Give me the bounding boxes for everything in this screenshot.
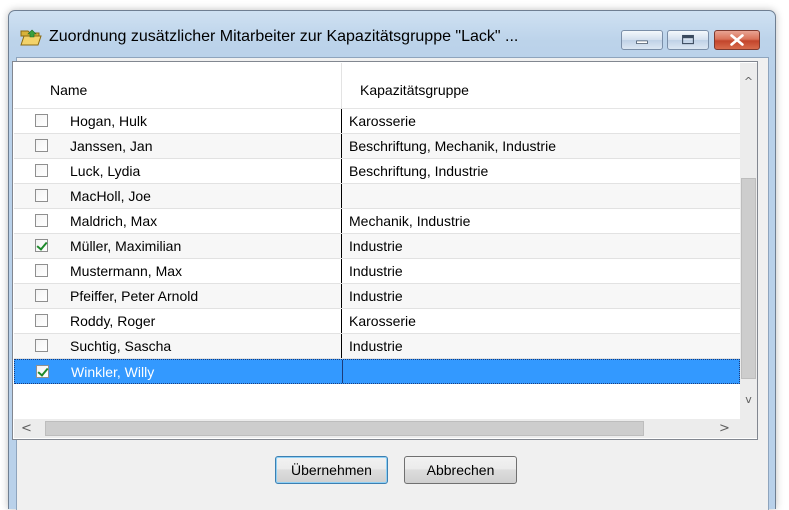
scroll-up-arrow-icon[interactable]: ^ [740, 73, 757, 90]
column-divider [341, 209, 342, 233]
row-checkbox[interactable] [35, 339, 48, 352]
employee-name: Suchtig, Sascha [70, 338, 172, 354]
vertical-scroll-thumb[interactable] [741, 178, 756, 379]
employee-group: Mechanik, Industrie [349, 213, 471, 229]
employee-name: Roddy, Roger [70, 313, 156, 329]
employee-name: Mustermann, Max [70, 263, 183, 279]
row-checkbox[interactable] [35, 214, 48, 227]
column-divider [341, 259, 342, 283]
cancel-button[interactable]: Abbrechen [404, 456, 517, 484]
table-row[interactable]: MacHoll, Joe [14, 184, 740, 209]
minimize-icon [636, 40, 648, 44]
employee-group: Karosserie [349, 113, 416, 129]
folder-open-icon [20, 29, 42, 46]
employee-group: Beschriftung, Industrie [349, 163, 489, 179]
employee-group: Industrie [349, 338, 403, 354]
list-header: Name Kapazitätsgruppe [14, 63, 740, 109]
table-row[interactable]: Müller, Maximilian Industrie [14, 234, 740, 259]
table-row-selected[interactable]: Winkler, Willy [14, 359, 740, 384]
employee-group: Industrie [349, 288, 403, 304]
row-checkbox[interactable] [35, 114, 48, 127]
close-icon [730, 34, 744, 46]
employee-name: Hogan, Hulk [70, 113, 148, 129]
maximize-icon [682, 34, 694, 45]
employee-group: Karosserie [349, 313, 416, 329]
close-button[interactable] [714, 30, 760, 50]
employee-name: Luck, Lydia [70, 163, 141, 179]
employee-list[interactable]: Name Kapazitätsgruppe Hogan, Hulk Kaross… [12, 61, 758, 440]
window-title: Zuordnung zusätzlicher Mitarbeiter zur K… [49, 28, 519, 45]
employee-name: Pfeiffer, Peter Arnold [70, 288, 199, 304]
row-checkbox[interactable] [35, 289, 48, 302]
horizontal-scrollbar[interactable]: < > [14, 419, 740, 438]
column-divider [341, 159, 342, 183]
table-row[interactable]: Maldrich, Max Mechanik, Industrie [14, 209, 740, 234]
column-header-group[interactable]: Kapazitätsgruppe [360, 63, 469, 108]
row-checkbox[interactable] [36, 365, 49, 378]
row-checkbox[interactable] [35, 239, 48, 252]
column-header-name[interactable]: Name [50, 63, 87, 108]
column-divider [341, 134, 342, 158]
row-checkbox[interactable] [35, 139, 48, 152]
apply-button[interactable]: Übernehmen [275, 456, 388, 484]
minimize-button[interactable] [621, 30, 663, 50]
table-row[interactable]: Suchtig, Sascha Industrie [14, 334, 740, 359]
title-bar[interactable]: Zuordnung zusätzlicher Mitarbeiter zur K… [9, 11, 775, 57]
scroll-left-arrow-icon[interactable]: < [18, 419, 35, 438]
employee-name: MacHoll, Joe [70, 188, 151, 204]
row-checkbox[interactable] [35, 264, 48, 277]
column-divider [342, 360, 343, 383]
column-divider [341, 184, 342, 208]
column-divider [341, 234, 342, 258]
vertical-scrollbar[interactable]: ^ v [740, 63, 757, 419]
list-rows: Hogan, Hulk Karosserie Janssen, Jan Besc… [14, 109, 740, 384]
employee-name: Maldrich, Max [70, 213, 158, 229]
row-checkbox[interactable] [35, 314, 48, 327]
column-divider [341, 284, 342, 308]
column-divider[interactable] [341, 63, 342, 108]
table-row[interactable]: Roddy, Roger Karosserie [14, 309, 740, 334]
row-checkbox[interactable] [35, 164, 48, 177]
column-divider [341, 109, 342, 133]
horizontal-scroll-thumb[interactable] [45, 421, 644, 436]
employee-group: Industrie [349, 238, 403, 254]
table-row[interactable]: Pfeiffer, Peter Arnold Industrie [14, 284, 740, 309]
scrollbar-corner [740, 419, 757, 438]
table-row[interactable]: Janssen, Jan Beschriftung, Mechanik, Ind… [14, 134, 740, 159]
employee-group: Beschriftung, Mechanik, Industrie [349, 138, 556, 154]
employee-name: Janssen, Jan [70, 138, 153, 154]
maximize-button[interactable] [667, 30, 709, 50]
employee-name: Müller, Maximilian [70, 238, 182, 254]
column-divider [341, 334, 342, 358]
scroll-right-arrow-icon[interactable]: > [716, 419, 733, 438]
table-row[interactable]: Hogan, Hulk Karosserie [14, 109, 740, 134]
table-row[interactable]: Mustermann, Max Industrie [14, 259, 740, 284]
row-checkbox[interactable] [35, 189, 48, 202]
employee-group: Industrie [349, 263, 403, 279]
column-divider [341, 309, 342, 333]
employee-name: Winkler, Willy [71, 364, 155, 380]
scroll-down-arrow-icon[interactable]: v [740, 391, 757, 408]
table-row[interactable]: Luck, Lydia Beschriftung, Industrie [14, 159, 740, 184]
